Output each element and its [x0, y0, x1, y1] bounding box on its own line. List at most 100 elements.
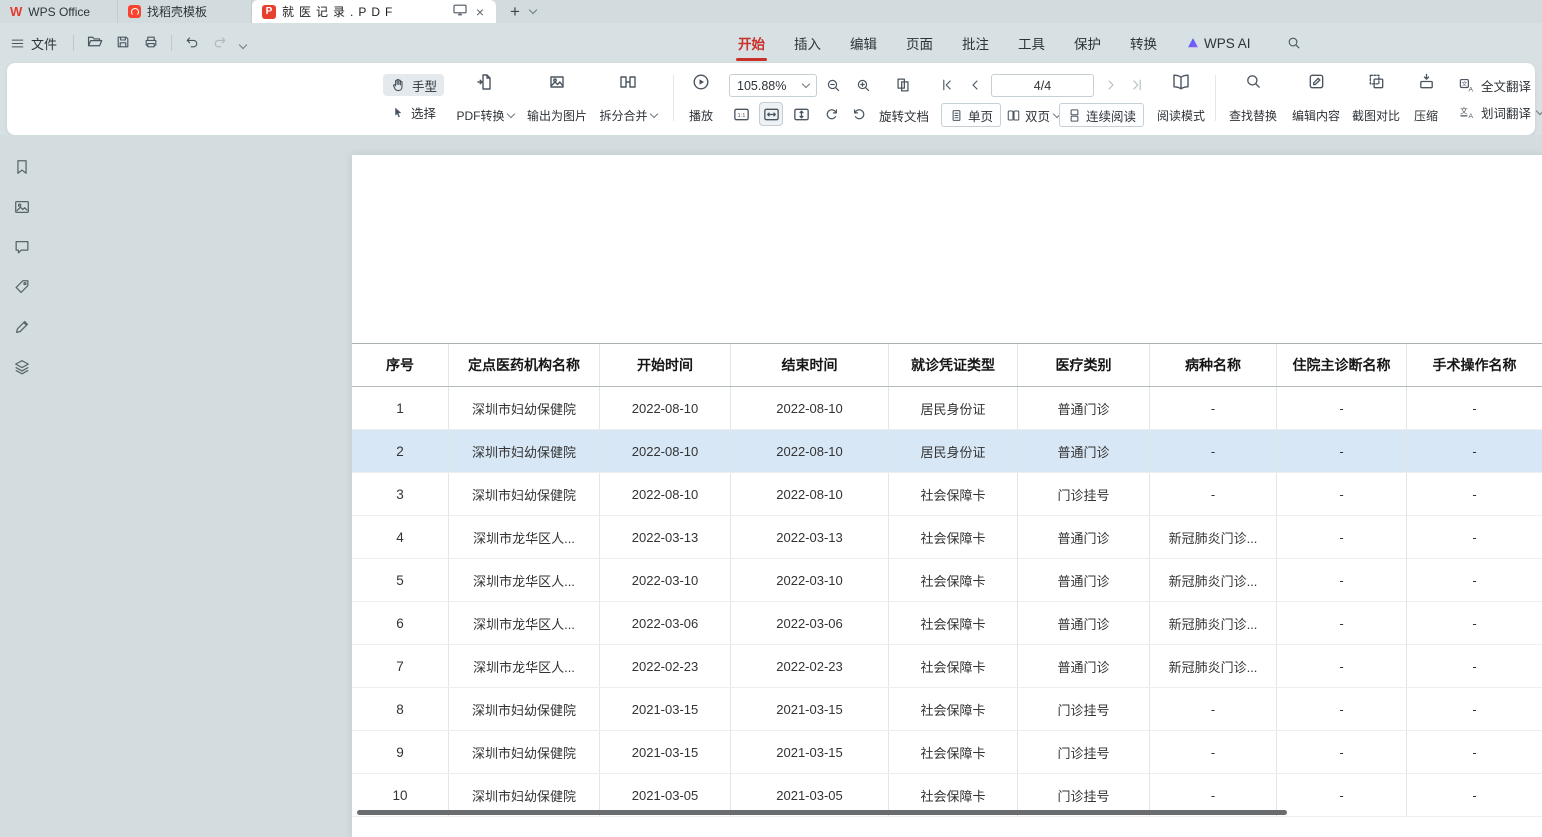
tag-icon[interactable]: [12, 277, 32, 297]
rotate-left-button[interactable]: [819, 102, 843, 126]
compress-button[interactable]: 压缩: [1407, 72, 1445, 124]
redo-icon[interactable]: [212, 34, 228, 53]
table-cell: -: [1407, 645, 1542, 687]
tab-document[interactable]: P 就医记录.PDF ×: [252, 0, 496, 23]
table-row: 8深圳市妇幼保健院2021-03-152021-03-15社会保障卡门诊挂号--…: [352, 688, 1542, 731]
chevron-down-icon: [649, 110, 657, 118]
quick-access-caret-icon[interactable]: [240, 36, 246, 51]
fit-width-button[interactable]: [759, 102, 783, 126]
thumbnail-icon[interactable]: [12, 197, 32, 217]
hand-tool-button[interactable]: 手型: [383, 74, 444, 96]
save-icon[interactable]: [115, 34, 131, 53]
tab-close-icon[interactable]: ×: [474, 5, 486, 19]
bookmark-icon[interactable]: [12, 157, 32, 177]
zoom-level-value: 105.88%: [737, 79, 786, 93]
tab-docer-templates[interactable]: 找稻壳模板: [118, 0, 252, 23]
table-cell: -: [1277, 516, 1407, 558]
svg-text:1:1: 1:1: [737, 112, 745, 118]
export-image-button[interactable]: 输出为图片: [520, 72, 594, 124]
table-cell: 2022-08-10: [600, 473, 731, 515]
horizontal-scrollbar[interactable]: [357, 810, 1287, 815]
table-cell: 2022-03-13: [731, 516, 889, 558]
file-menu-button[interactable]: 文件: [10, 34, 57, 53]
new-tab-button[interactable]: +: [496, 0, 528, 23]
zoom-out-button[interactable]: [821, 73, 845, 97]
actual-size-button[interactable]: 1:1: [729, 102, 753, 126]
fit-page-button[interactable]: [789, 102, 813, 126]
table-cell: 普通门诊: [1018, 559, 1150, 601]
undo-icon[interactable]: [184, 34, 200, 53]
column-header: 医疗类别: [1018, 344, 1150, 386]
tab-list-caret-icon[interactable]: [528, 0, 546, 23]
tab-wps-office[interactable]: W WPS Office: [0, 0, 118, 23]
split-merge-icon: [618, 72, 638, 92]
print-icon[interactable]: [143, 34, 159, 53]
table-cell: 居民身份证: [889, 387, 1018, 429]
menu-tab-protect[interactable]: 保护: [1074, 23, 1101, 63]
page-thumbnail-button[interactable]: [891, 73, 915, 97]
table-cell: -: [1150, 430, 1277, 472]
prev-page-button[interactable]: [963, 73, 987, 97]
table-cell: -: [1407, 387, 1542, 429]
table-cell: 2021-03-15: [731, 688, 889, 730]
open-folder-icon[interactable]: [86, 33, 103, 53]
first-page-button[interactable]: [935, 73, 959, 97]
column-header: 就诊凭证类型: [889, 344, 1018, 386]
left-panel-bar: [12, 157, 32, 377]
monitor-icon[interactable]: [452, 2, 468, 21]
page-number-input[interactable]: [991, 74, 1094, 97]
play-button[interactable]: 播放: [683, 72, 719, 124]
edit-content-button[interactable]: 编辑内容: [1288, 72, 1344, 124]
table-cell: 2021-03-15: [600, 731, 731, 773]
menu-tab-edit[interactable]: 编辑: [850, 23, 877, 63]
single-page-toggle[interactable]: 单页: [941, 103, 1001, 127]
rotate-document-button[interactable]: 旋转文档: [879, 104, 929, 126]
menu-tab-comment[interactable]: 批注: [962, 23, 989, 63]
read-mode-button[interactable]: 阅读模式: [1153, 72, 1209, 124]
menu-tab-convert[interactable]: 转换: [1130, 23, 1157, 63]
table-cell: -: [1407, 731, 1542, 773]
signature-pen-icon[interactable]: [12, 317, 32, 337]
double-page-toggle[interactable]: 双页: [999, 103, 1067, 127]
separator: [171, 35, 172, 51]
table-cell: -: [1277, 387, 1407, 429]
menu-tab-home[interactable]: 开始: [738, 23, 765, 63]
next-page-button[interactable]: [1099, 73, 1123, 97]
menu-tab-page[interactable]: 页面: [906, 23, 933, 63]
zoom-in-button[interactable]: [851, 73, 875, 97]
select-tool-button[interactable]: 选择: [383, 101, 444, 123]
menu-tab-insert[interactable]: 插入: [794, 23, 821, 63]
table-cell: 2022-03-06: [731, 602, 889, 644]
comment-icon[interactable]: [12, 237, 32, 257]
wps-ai-label: WPS AI: [1204, 36, 1251, 51]
edit-content-label: 编辑内容: [1292, 107, 1340, 124]
word-translate-button[interactable]: 文A 划词翻译: [1451, 101, 1542, 123]
menu-tab-tools[interactable]: 工具: [1018, 23, 1045, 63]
split-merge-button[interactable]: 拆分合并: [593, 72, 663, 124]
pdf-convert-button[interactable]: PDF转换: [453, 72, 517, 124]
pointer-tools-group: 手型 选择: [383, 74, 444, 123]
find-replace-button[interactable]: 查找替换: [1225, 72, 1281, 124]
tab-wps-label: WPS Office: [28, 5, 90, 19]
layers-icon[interactable]: [12, 357, 32, 377]
menu-wps-ai[interactable]: WPS AI: [1186, 23, 1251, 63]
menubar-search-icon[interactable]: [1286, 35, 1302, 51]
pdf-file-icon: P: [262, 5, 276, 19]
screenshot-compare-button[interactable]: 截图对比: [1348, 72, 1404, 124]
rotate-right-button[interactable]: [847, 102, 871, 126]
rotate-right-icon: [851, 106, 868, 123]
column-header: 结束时间: [731, 344, 889, 386]
table-cell: 5: [352, 559, 449, 601]
table-cell: 2022-08-10: [731, 430, 889, 472]
continuous-read-toggle[interactable]: 连续阅读: [1059, 103, 1144, 127]
last-page-button[interactable]: [1125, 73, 1149, 97]
column-header: 手术操作名称: [1407, 344, 1542, 386]
table-cell: 2022-08-10: [600, 430, 731, 472]
table-row: 4深圳市龙华区人...2022-03-132022-03-13社会保障卡普通门诊…: [352, 516, 1542, 559]
table-cell: 普通门诊: [1018, 516, 1150, 558]
table-cell: 居民身份证: [889, 430, 1018, 472]
full-translate-button[interactable]: 文A 全文翻译: [1451, 74, 1542, 96]
table-cell: 9: [352, 731, 449, 773]
pdf-page: 序号定点医药机构名称开始时间结束时间就诊凭证类型医疗类别病种名称住院主诊断名称手…: [352, 155, 1542, 837]
zoom-level-select[interactable]: 105.88%: [729, 74, 817, 97]
